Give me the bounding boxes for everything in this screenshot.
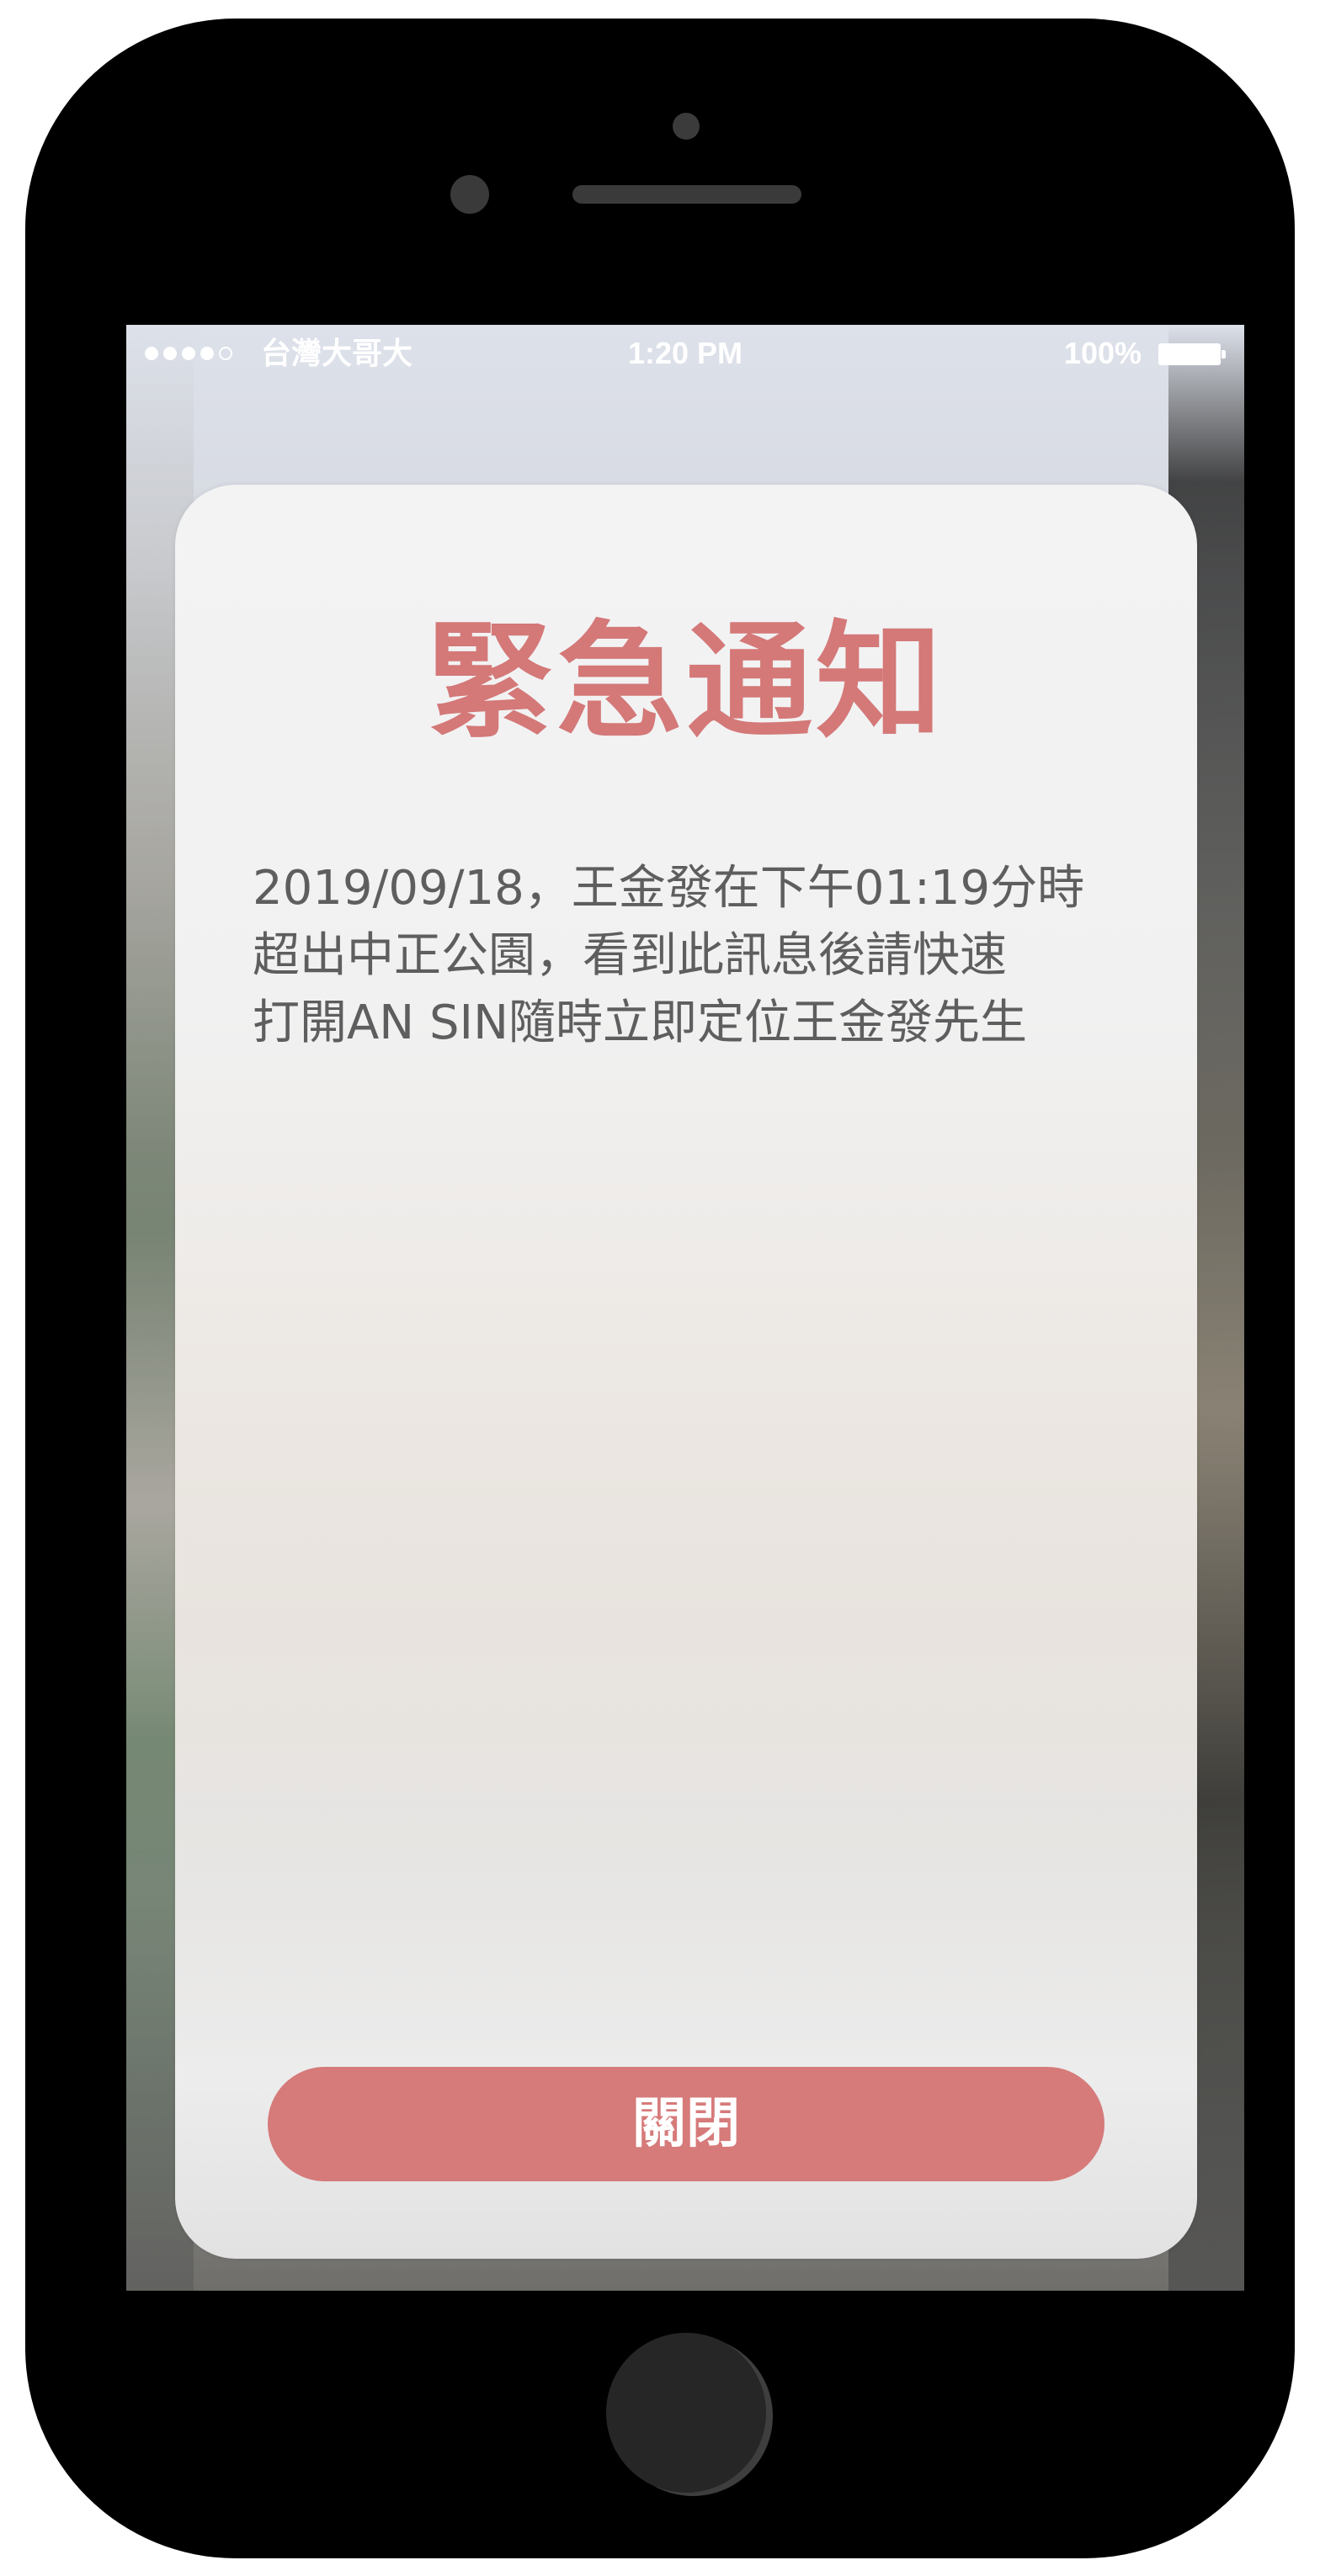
alert-message-line: 2019/09/18，王金發在下午01:19分時 (253, 861, 1085, 916)
battery-body (1158, 343, 1221, 365)
front-sensor-icon (450, 175, 489, 214)
battery-percentage: 100% (1063, 336, 1142, 370)
battery-tip (1222, 350, 1226, 359)
status-bar: 台灣大哥大 1:20 PM 100% (126, 325, 1244, 375)
home-button[interactable] (606, 2333, 766, 2493)
emergency-alert-card: 緊急通知 2019/09/18，王金發在下午01:19分時 超出中正公園，看到此… (175, 485, 1197, 2259)
camera-icon (673, 113, 700, 140)
speaker-grille (572, 185, 801, 204)
alert-message: 2019/09/18，王金發在下午01:19分時 超出中正公園，看到此訊息後請快… (253, 855, 1145, 1057)
phone-frame: 台灣大哥大 1:20 PM 100% 緊急通知 2019/09/18，王金發在下… (25, 19, 1295, 2558)
close-button[interactable]: 關閉 (268, 2067, 1104, 2181)
alert-message-line: 超出中正公園，看到此訊息後請快速 (253, 928, 1007, 983)
phone-screen: 台灣大哥大 1:20 PM 100% 緊急通知 2019/09/18，王金發在下… (126, 325, 1244, 2291)
alert-message-line: 打開AN SIN隨時立即定位王金發先生 (253, 996, 1027, 1050)
battery-icon (1158, 343, 1226, 365)
alert-title: 緊急通知 (426, 609, 945, 756)
